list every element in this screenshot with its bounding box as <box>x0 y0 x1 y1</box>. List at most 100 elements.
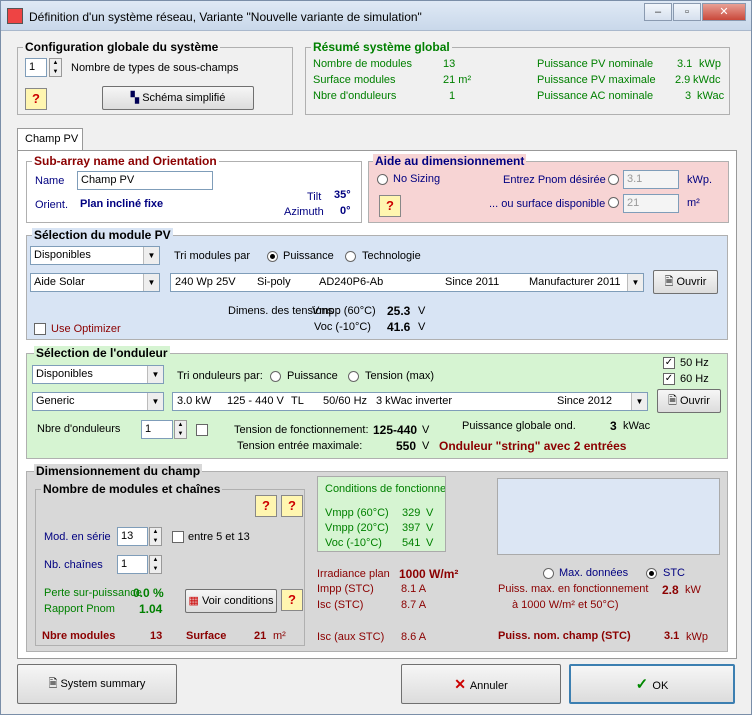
max-data-label: Max. données <box>559 567 629 579</box>
window-title: Définition d'un système réseau, Variante… <box>29 10 422 24</box>
inverter-model-select[interactable]: 3.0 kW 125 - 440 V TL 50/60 Hz 3 kWac in… <box>172 392 648 411</box>
schema-button-label: Schéma simplifié <box>142 92 226 104</box>
max-input-unit: V <box>422 440 430 452</box>
view-conditions-button[interactable]: ▦ Voir conditions <box>185 589 277 613</box>
summary-unit: kWp <box>699 58 721 70</box>
chart-icon: ▦ <box>188 595 202 607</box>
isc-aux-value: 8.6 A <box>401 631 427 643</box>
inv-type: TL <box>291 395 304 407</box>
subfields-count-input[interactable]: 1 <box>25 58 47 77</box>
modules-help-button-1[interactable]: ? <box>255 495 277 517</box>
summary-value: 1 <box>449 90 456 102</box>
modules-help-button-2[interactable]: ? <box>281 495 303 517</box>
tab-champ-pv[interactable]: Champ PV <box>17 128 83 151</box>
system-summary-label: System summary <box>60 678 146 690</box>
conditions-title: Conditions de fonctionnem <box>325 483 446 495</box>
summary-value: 3 <box>685 90 692 102</box>
voc-value: 41.6 <box>387 320 411 334</box>
no-sizing-radio[interactable] <box>377 174 388 185</box>
strings-spinner[interactable]: ▲ ▼ <box>149 555 162 574</box>
series-range-checkbox[interactable] <box>172 531 184 543</box>
inv-since: Since 2012 <box>557 395 613 407</box>
inverter-filter-select[interactable]: Disponibles ▼ <box>32 365 164 384</box>
conditions-help-button[interactable]: ? <box>281 589 303 611</box>
schema-icon: ▚ <box>130 92 143 104</box>
no-sizing-label: No Sizing <box>393 173 441 185</box>
chevron-down-icon: ▼ <box>627 274 643 291</box>
system-summary-button[interactable]: 🗎 System summary <box>17 664 177 704</box>
condition-label: Vmpp (20°C) <box>325 522 389 534</box>
pnom-label: Entrez Pnom désirée <box>503 174 606 186</box>
isc-label: Isc (STC) <box>317 599 364 611</box>
condition-label: Vmpp (60°C) <box>325 507 389 519</box>
cancel-button[interactable]: ✕ Annuler <box>401 664 561 704</box>
op-voltage-label: Tension de fonctionnement: <box>234 424 369 436</box>
inverter-manufacturer-select[interactable]: Generic ▼ <box>32 392 164 411</box>
condition-unit: V <box>426 537 434 549</box>
module-filter-select[interactable]: Disponibles ▼ <box>30 246 160 265</box>
module-model-select[interactable]: 240 Wp 25V Si-poly AD240P6-Ab Since 2011… <box>170 273 644 292</box>
global-power-label: Puissance globale ond. <box>462 420 576 432</box>
max-input-label: Tension entrée maximale: <box>237 440 363 452</box>
series-spinner[interactable]: ▲ ▼ <box>149 527 162 546</box>
max-data-radio[interactable] <box>543 568 554 579</box>
summary-label: Puissance AC nominale <box>537 90 654 102</box>
inverter-sort-voltage-radio[interactable] <box>348 371 359 382</box>
chevron-down-icon: ▼ <box>143 247 159 264</box>
ok-button[interactable]: ✓ OK <box>569 664 735 704</box>
minimize-button[interactable]: – <box>644 3 672 21</box>
open-icon: 🗎 <box>664 276 677 288</box>
surface-radio[interactable] <box>608 197 619 208</box>
inverter-count-spinner[interactable]: ▲ ▼ <box>174 420 187 439</box>
surface-label: ... ou surface disponible <box>489 198 606 210</box>
pnom-input[interactable]: 3.1 <box>623 170 679 189</box>
inverter-manufacturer-value: Generic <box>36 395 75 407</box>
condition-value: 397 <box>402 522 421 534</box>
chevron-down-icon: ▼ <box>143 274 159 291</box>
inverter-sort-power-radio[interactable] <box>270 371 281 382</box>
strings-input[interactable]: 1 <box>117 555 148 574</box>
isc-value: 8.7 A <box>401 599 427 611</box>
hz60-checkbox[interactable]: ✓ <box>663 373 675 385</box>
maximize-button[interactable]: ▫ <box>673 3 701 21</box>
summary-label: Surface modules <box>313 74 396 86</box>
inverter-count-input[interactable]: 1 <box>141 420 173 439</box>
module-sort-label: Tri modules par <box>174 250 251 262</box>
sort-tech-radio[interactable] <box>345 251 356 262</box>
sizing-title: Aide au dimensionnement <box>373 154 527 168</box>
module-manufacturer-select[interactable]: Aide Solar ▼ <box>30 273 160 292</box>
hz50-checkbox[interactable]: ✓ <box>663 357 675 369</box>
series-input[interactable]: 13 <box>117 527 148 546</box>
subfields-spinner[interactable]: ▲ ▼ <box>49 58 62 77</box>
ratio-label: Rapport Pnom <box>44 603 115 615</box>
inverter-open-button[interactable]: 🗎 Ouvrir <box>657 389 721 413</box>
close-button[interactable]: ✕ <box>702 3 746 21</box>
global-power-unit: kWac <box>623 420 651 432</box>
sort-power-radio[interactable] <box>267 251 278 262</box>
pnom-radio[interactable] <box>608 174 619 185</box>
condition-label: Voc (-10°C) <box>325 537 382 549</box>
schema-button[interactable]: ▚ Schéma simplifié <box>102 86 254 110</box>
azimuth-label: Azimuth <box>284 206 324 218</box>
stc-radio[interactable] <box>646 568 657 579</box>
optimizer-checkbox[interactable] <box>34 323 46 335</box>
summary-label: Nbre d'onduleurs <box>313 90 397 102</box>
surface-input[interactable]: 21 <box>623 194 679 213</box>
irradiance-value: 1000 W/m² <box>399 567 459 581</box>
subarray-name-input[interactable]: Champ PV <box>77 171 213 190</box>
max-input-value: 550 <box>396 439 417 453</box>
inverter-extra-checkbox[interactable] <box>196 424 208 436</box>
hz60-label: 60 Hz <box>680 373 709 385</box>
module-open-button[interactable]: 🗎 Ouvrir <box>653 270 718 294</box>
check-icon: ✓ <box>635 676 653 693</box>
module-filter-value: Disponibles <box>34 249 91 261</box>
summary-title: Résumé système global <box>311 40 452 54</box>
overload-value: 0.0 % <box>133 586 164 600</box>
model-tech: Si-poly <box>257 276 291 288</box>
series-range-label: entre 5 et 13 <box>188 531 250 543</box>
sizing-help-button[interactable]: ? <box>379 195 401 217</box>
config-help-button[interactable]: ? <box>25 88 47 110</box>
document-icon: 🗎 <box>48 678 61 690</box>
dialog-window: Définition d'un système réseau, Variante… <box>0 0 752 715</box>
chevron-down-icon: ▼ <box>147 366 163 383</box>
